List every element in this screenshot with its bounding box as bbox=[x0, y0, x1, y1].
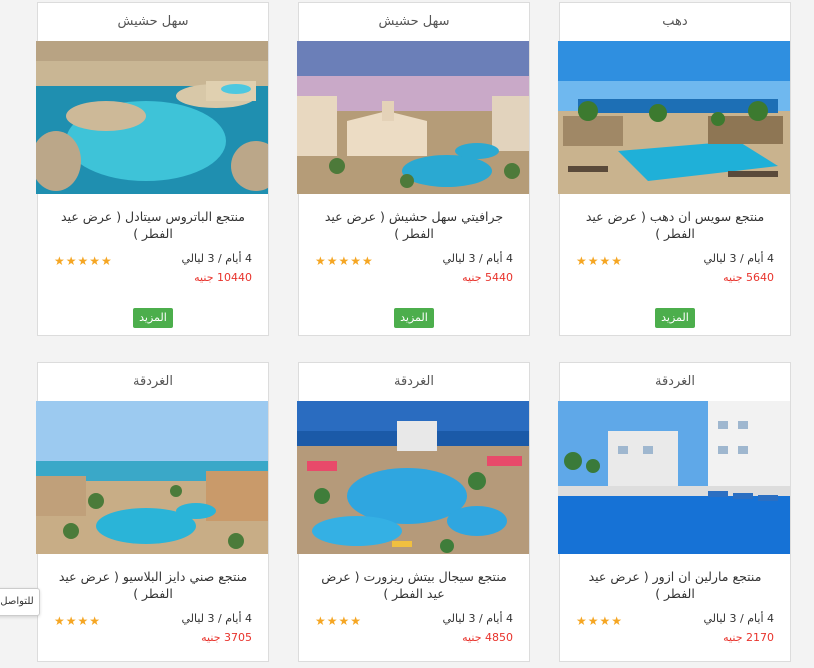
card-location: سهل حشيش bbox=[117, 14, 189, 29]
hotel-card-sunny-days-palacio[interactable]: الغردقة منتجع صني دايز البلاسيو ( عرض عي… bbox=[36, 362, 269, 662]
card-location: الغردقة bbox=[655, 374, 695, 389]
price: 2170 جنيه bbox=[723, 631, 774, 644]
card-location: دهب bbox=[662, 14, 688, 29]
stay-duration: 4 أيام / 3 ليالي bbox=[442, 612, 513, 625]
price: 10440 جنيه bbox=[194, 271, 252, 284]
hotel-name[interactable]: منتجع سويس ان دهب ( عرض عيد الفطر ) bbox=[560, 194, 790, 242]
hotel-card-albatros-citadel[interactable]: سهل حشيش منتجع الباتروس سيتادل ( عرض عيد… bbox=[36, 2, 269, 336]
star-rating: ★★★★ bbox=[576, 254, 624, 268]
hotel-card-grafitti-sahl-hasheesh[interactable]: سهل حشيش جرافيتي سهل حشيش ( عرض عيد الفط… bbox=[297, 2, 530, 336]
contact-button[interactable]: للتواصل bbox=[0, 588, 40, 616]
hotel-image[interactable] bbox=[558, 41, 790, 194]
card-location: الغردقة bbox=[133, 374, 173, 389]
hotel-image[interactable] bbox=[36, 41, 268, 194]
more-button[interactable]: المزيد bbox=[655, 308, 695, 328]
stay-duration: 4 أيام / 3 ليالي bbox=[181, 252, 252, 265]
hotel-image[interactable] bbox=[36, 401, 268, 554]
more-button[interactable]: المزيد bbox=[133, 308, 173, 328]
price: 3705 جنيه bbox=[201, 631, 252, 644]
stay-duration: 4 أيام / 3 ليالي bbox=[181, 612, 252, 625]
card-location: سهل حشيش bbox=[378, 14, 450, 29]
hotel-name[interactable]: جرافيتي سهل حشيش ( عرض عيد الفطر ) bbox=[299, 194, 529, 242]
hotel-image[interactable] bbox=[558, 401, 790, 554]
hotel-name[interactable]: منتجع سيجال بيتش ريزورت ( عرض عيد الفطر … bbox=[299, 554, 529, 602]
hotel-card-marlin-inn-azur[interactable]: الغردقة منتجع مارلين ان ازور ( عرض عيد ا… bbox=[558, 362, 791, 662]
price: 5440 جنيه bbox=[462, 271, 513, 284]
card-location: الغردقة bbox=[394, 374, 434, 389]
star-rating: ★★★★★ bbox=[54, 254, 113, 268]
star-rating: ★★★★ bbox=[576, 614, 624, 628]
hotel-name[interactable]: منتجع صني دايز البلاسيو ( عرض عيد الفطر … bbox=[38, 554, 268, 602]
hotel-name[interactable]: منتجع مارلين ان ازور ( عرض عيد الفطر ) bbox=[560, 554, 790, 602]
hotel-image[interactable] bbox=[297, 401, 529, 554]
stay-duration: 4 أيام / 3 ليالي bbox=[703, 252, 774, 265]
stay-duration: 4 أيام / 3 ليالي bbox=[703, 612, 774, 625]
hotel-name[interactable]: منتجع الباتروس سيتادل ( عرض عيد الفطر ) bbox=[38, 194, 268, 242]
star-rating: ★★★★★ bbox=[315, 254, 374, 268]
hotel-card-seagull-beach[interactable]: الغردقة منتجع سيجال بيتش ريزورت ( عرض عي… bbox=[297, 362, 530, 662]
price: 4850 جنيه bbox=[462, 631, 513, 644]
hotel-card-swiss-inn-dahab[interactable]: دهب منتجع سويس ان دهب ( عرض عيد الفطر ) … bbox=[558, 2, 791, 336]
more-button[interactable]: المزيد bbox=[394, 308, 434, 328]
hotel-image[interactable] bbox=[297, 41, 529, 194]
star-rating: ★★★★ bbox=[54, 614, 102, 628]
star-rating: ★★★★ bbox=[315, 614, 363, 628]
price: 5640 جنيه bbox=[723, 271, 774, 284]
stay-duration: 4 أيام / 3 ليالي bbox=[442, 252, 513, 265]
